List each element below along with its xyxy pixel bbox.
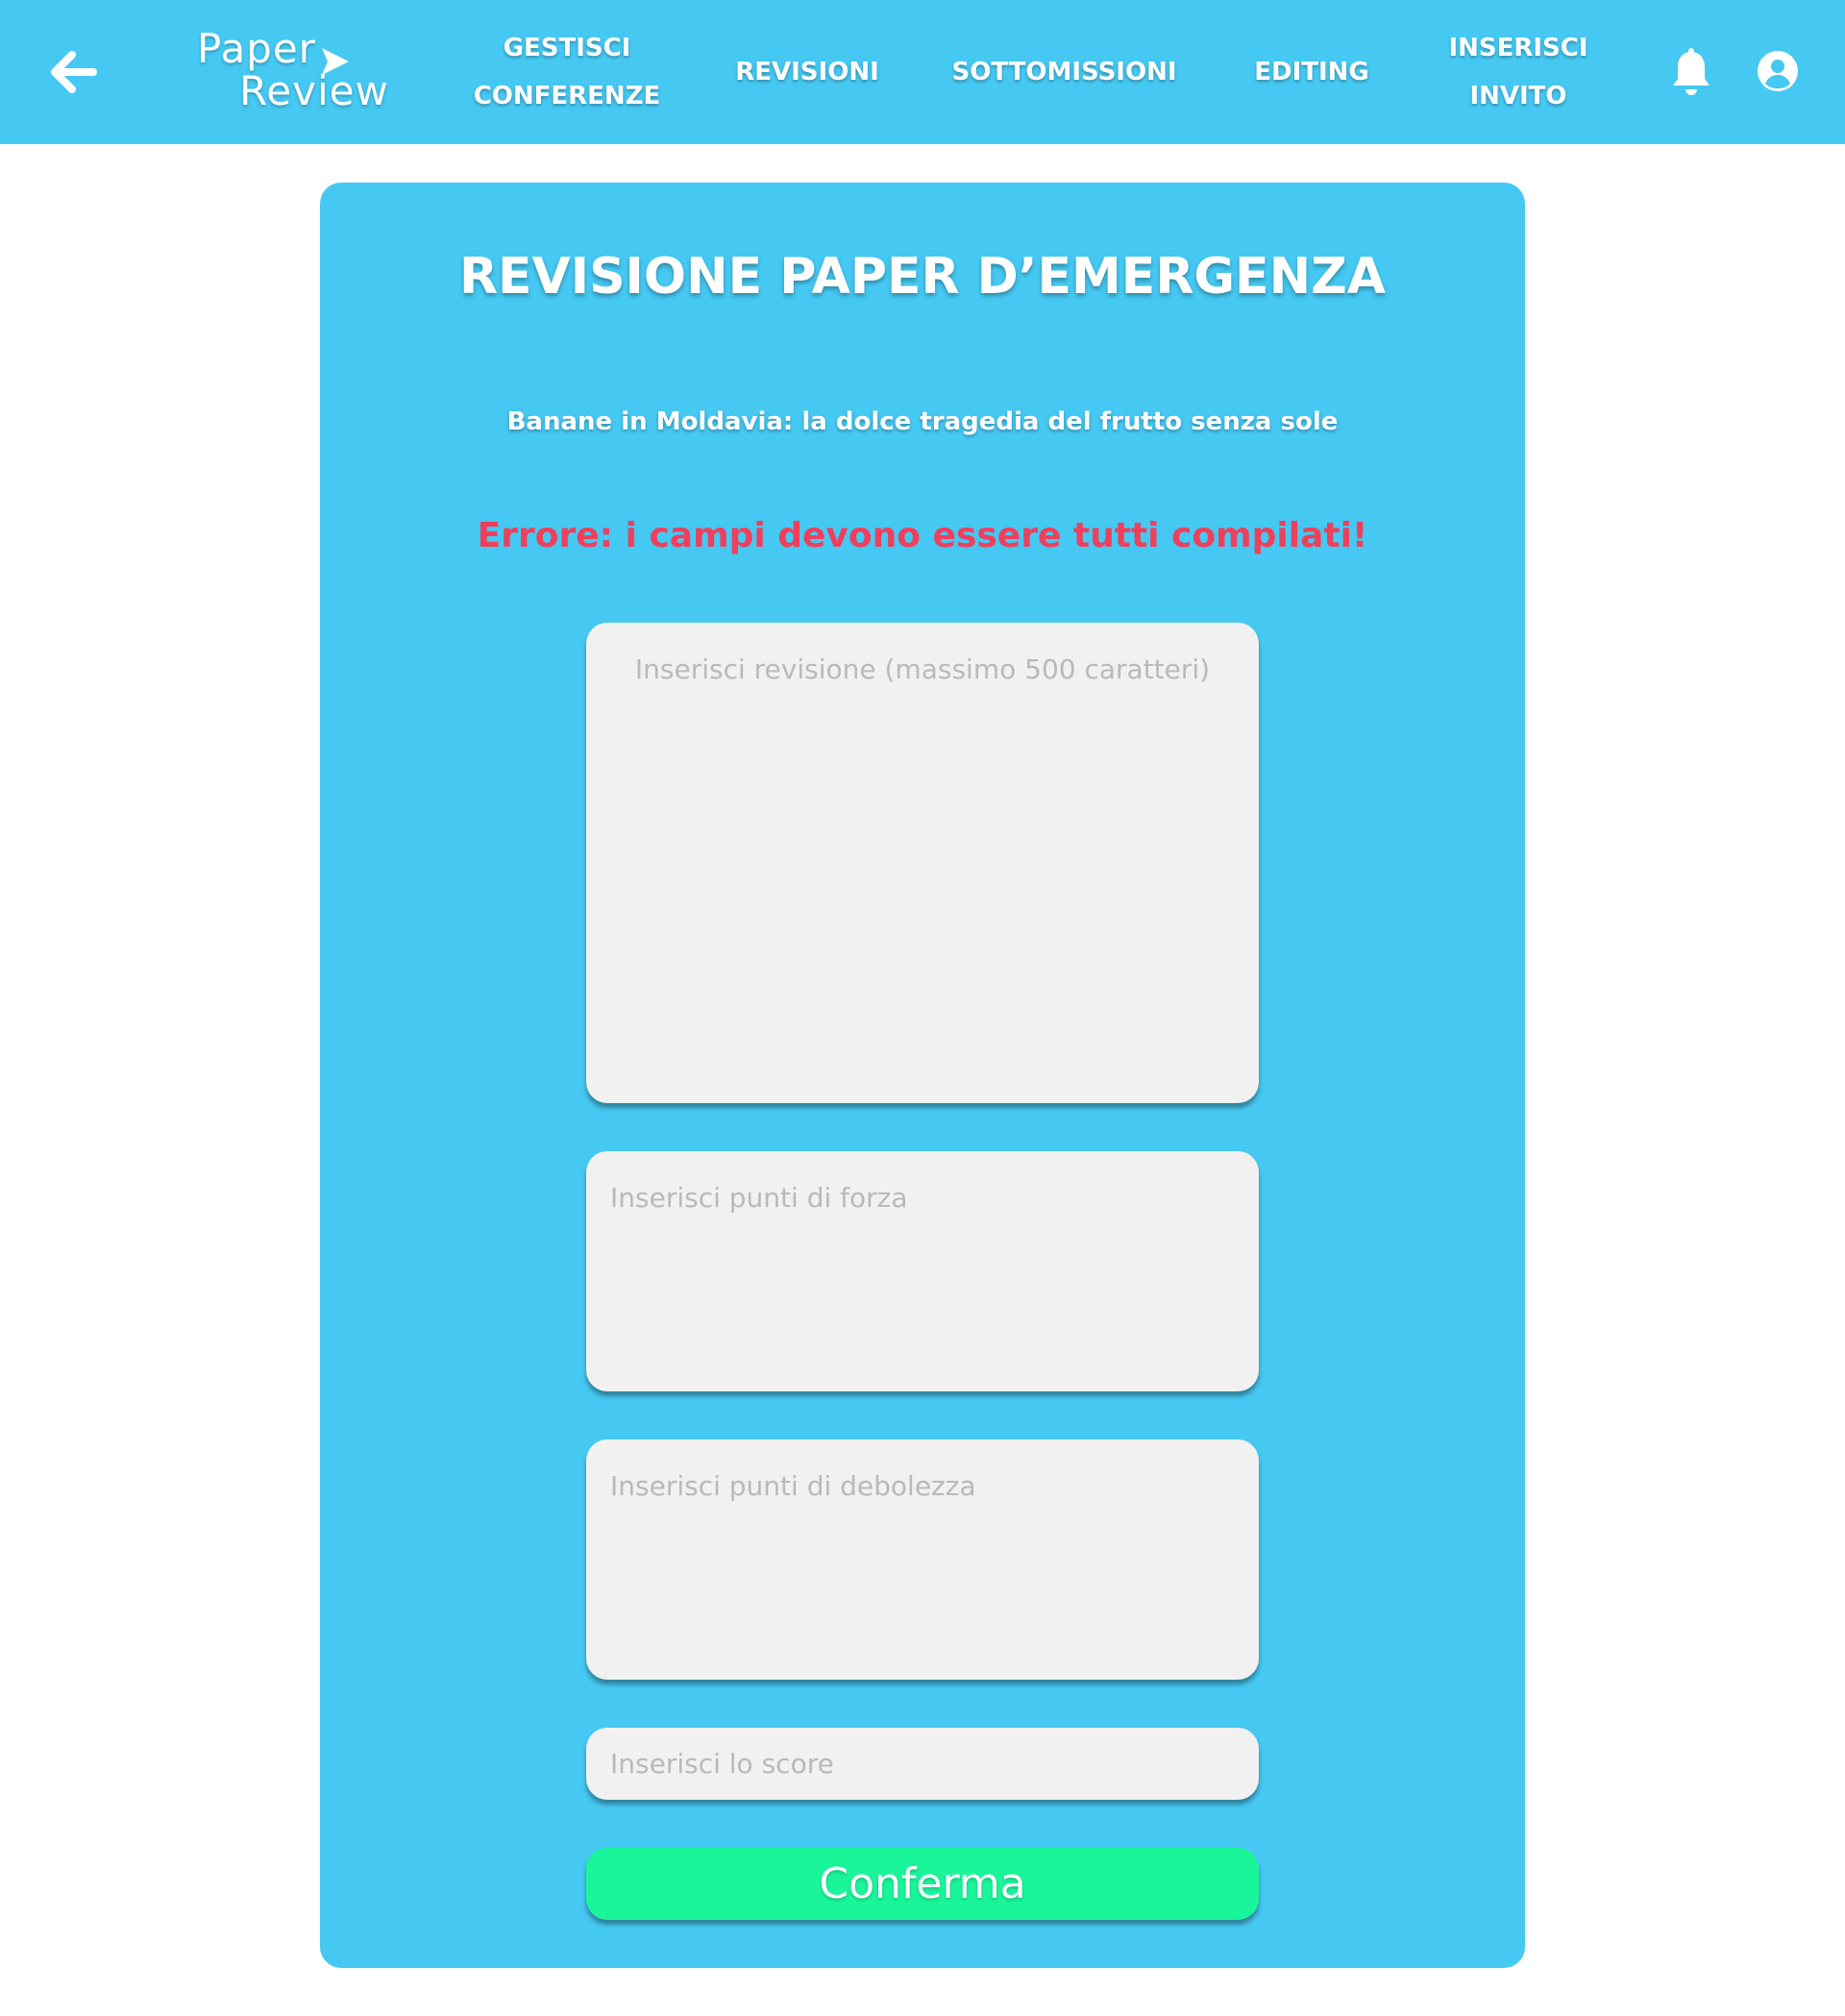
review-textarea[interactable]	[586, 623, 1259, 1103]
nav-gestisci-conferenze-line1: GESTISCI	[503, 34, 631, 62]
error-message: Errore: i campi devono essere tutti comp…	[477, 516, 1368, 555]
nav-editing[interactable]: EDITING	[1244, 0, 1379, 144]
back-arrow-icon	[51, 51, 97, 93]
nav-gestisci-conferenze[interactable]: GESTISCI CONFERENZE	[471, 0, 663, 144]
nav-editing-label: EDITING	[1254, 58, 1369, 86]
nav-inserisci-invito-line2: INVITO	[1469, 82, 1567, 111]
page-title: REVISIONE PAPER D’EMERGENZA	[458, 248, 1387, 306]
back-button[interactable]	[42, 42, 102, 102]
account-button[interactable]	[1755, 48, 1801, 94]
nav-revisioni-label: REVISIONI	[735, 58, 879, 86]
top-navbar: Paper Review GESTISCI CONFERENZE REVISIO…	[0, 0, 1845, 144]
account-icon	[1758, 51, 1798, 91]
confirm-button[interactable]: Conferma	[586, 1848, 1259, 1920]
strengths-textarea[interactable]	[586, 1151, 1259, 1391]
nav-revisioni[interactable]: REVISIONI	[730, 0, 884, 144]
logo-text-paper: Paper	[197, 25, 316, 72]
nav-inserisci-invito-line1: INSERISCI	[1448, 34, 1588, 62]
nav-gestisci-conferenze-line2: CONFERENZE	[473, 82, 661, 111]
nav-sottomissioni-label: SOTTOMISSIONI	[951, 58, 1177, 86]
nav-sottomissioni[interactable]: SOTTOMISSIONI	[951, 0, 1177, 144]
paper-title: Banane in Moldavia: la dolce tragedia de…	[506, 407, 1339, 436]
notifications-button[interactable]	[1668, 46, 1714, 100]
weaknesses-textarea[interactable]	[586, 1439, 1259, 1680]
paper-review-logo[interactable]: Paper Review	[197, 25, 389, 121]
logo-text-review: Review	[239, 67, 389, 114]
score-input[interactable]	[586, 1728, 1259, 1800]
bell-icon	[1673, 48, 1710, 95]
nav-inserisci-invito[interactable]: INSERISCI INVITO	[1441, 0, 1595, 144]
